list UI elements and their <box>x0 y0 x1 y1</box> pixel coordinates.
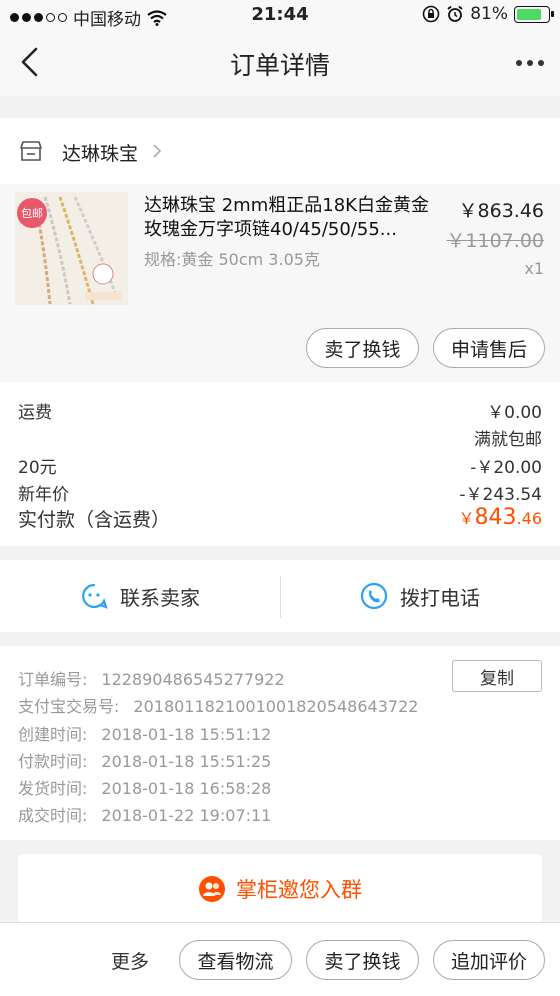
completed-time: 2018-01-22 19:07:11 <box>101 806 272 825</box>
join-group-banner[interactable]: 掌柜邀您入群 <box>18 854 542 924</box>
coupon-row: 20元 -￥20.00 <box>18 453 542 479</box>
page-title: 订单详情 <box>229 51 330 80</box>
paid-time-label: 付款时间: <box>18 752 88 771</box>
free-shipping-badge-label: 包邮 <box>21 207 43 220</box>
shipping-row: 运费 ￥0.00 <box>18 398 542 424</box>
after-sale-button[interactable]: 申请售后 <box>433 328 545 368</box>
group-icon <box>199 876 225 902</box>
bottom-action-bar: 更多 查看物流 卖了换钱 追加评价 <box>0 922 560 996</box>
shipped-time-row: 发货时间: 2018-01-18 16:58:28 <box>18 775 271 799</box>
completed-time-label: 成交时间: <box>18 806 88 825</box>
view-logistics-button[interactable]: 查看物流 <box>179 940 292 980</box>
contact-seller-label: 联系卖家 <box>120 585 200 610</box>
join-group-text: 掌柜邀您入群 <box>236 878 362 902</box>
more-options-icon[interactable] <box>516 60 544 66</box>
alipay-number: 2018011821001001820548643722 <box>133 697 419 716</box>
copy-button[interactable]: 复制 <box>452 660 542 692</box>
original-price: ￥1107.00 <box>446 230 544 252</box>
paid-time-row: 付款时间: 2018-01-18 15:51:25 <box>18 748 271 772</box>
product-thumbnail[interactable]: 包邮 <box>15 192 128 305</box>
call-phone-label: 拨打电话 <box>400 585 480 610</box>
shipping-note-row: 满就包邮 <box>18 425 542 451</box>
orientation-lock-icon <box>422 5 440 23</box>
alipay-number-row: 支付宝交易号: 2018011821001001820548643722 <box>18 693 418 717</box>
paid-amount-row: 实付款（含运费） ￥843.46 <box>18 505 542 537</box>
order-number-label: 订单编号: <box>18 670 88 689</box>
paid-decimal: .46 <box>516 509 542 528</box>
sell-for-cash-bottom-button[interactable]: 卖了换钱 <box>306 940 419 980</box>
shipping-note: 满就包邮 <box>474 430 542 450</box>
coupon-label: 20元 <box>18 458 57 478</box>
sell-for-cash-button[interactable]: 卖了换钱 <box>306 328 419 368</box>
call-phone-button[interactable]: 拨打电话 <box>280 560 560 632</box>
fee-summary: 运费 ￥0.00 满就包邮 20元 -￥20.00 新年价 -￥243.54 实… <box>0 382 560 546</box>
paid-amount-value: ￥843.46 <box>459 505 542 530</box>
nav-bar: 订单详情 <box>0 30 560 96</box>
status-bar: 中国移动 21:44 81% <box>0 0 560 30</box>
new-year-price-label: 新年价 <box>18 485 69 505</box>
alipay-number-label: 支付宝交易号: <box>18 697 120 716</box>
more-actions-button[interactable]: 更多 <box>111 947 149 974</box>
phone-icon <box>360 582 388 610</box>
paid-currency: ￥ <box>458 509 475 528</box>
shop-header[interactable]: 达琳珠宝 <box>0 118 560 184</box>
created-time-label: 创建时间: <box>18 725 88 744</box>
new-year-price-value: -￥243.54 <box>459 485 542 505</box>
paid-amount-label: 实付款（含运费） <box>18 509 171 531</box>
product-title[interactable]: 达琳珠宝 2mm粗正品18K白金黄金玫瑰金万字项链40/45/50/55... <box>144 194 439 242</box>
shipped-time-label: 发货时间: <box>18 779 88 798</box>
shipping-value: ￥0.00 <box>487 403 542 423</box>
order-info: 订单编号: 122890486545277922 复制 支付宝交易号: 201801… <box>0 646 560 840</box>
product-spec: 规格:黄金 50cm 3.05克 <box>144 250 320 269</box>
order-number: 122890486545277922 <box>101 670 285 689</box>
chevron-right-icon <box>153 144 162 158</box>
new-year-price-row: 新年价 -￥243.54 <box>18 480 542 506</box>
battery-fill <box>517 8 542 20</box>
order-number-row: 订单编号: 122890486545277922 <box>18 666 285 690</box>
coupon-value: -￥20.00 <box>470 458 542 478</box>
contact-seller-button[interactable]: 联系卖家 <box>0 560 280 632</box>
chat-bubble-icon <box>82 583 108 609</box>
free-shipping-badge: 包邮 <box>17 198 47 228</box>
store-icon <box>20 141 42 161</box>
status-right: 81% <box>422 4 554 24</box>
product-item[interactable]: 包邮 达琳珠宝 2mm粗正品18K白金黄金玫瑰金万字项链40/45/50/55.… <box>0 184 560 382</box>
created-time-row: 创建时间: 2018-01-18 15:51:12 <box>18 721 271 745</box>
alarm-icon <box>447 5 463 22</box>
shipping-label: 运费 <box>18 403 52 423</box>
shop-name: 达琳珠宝 <box>62 143 139 165</box>
paid-integer: 843 <box>474 505 517 530</box>
contact-section: 联系卖家 拨打电话 <box>0 560 560 632</box>
product-quantity: x1 <box>524 259 544 278</box>
add-review-button[interactable]: 追加评价 <box>433 940 545 980</box>
paid-time: 2018-01-18 15:51:25 <box>101 752 272 771</box>
created-time: 2018-01-18 15:51:12 <box>101 725 272 744</box>
product-price: ￥863.46 <box>458 200 544 222</box>
completed-time-row: 成交时间: 2018-01-22 19:07:11 <box>18 802 271 826</box>
shipped-time: 2018-01-18 16:58:28 <box>101 779 272 798</box>
battery-icon <box>514 5 554 23</box>
battery-percent: 81% <box>470 4 508 24</box>
